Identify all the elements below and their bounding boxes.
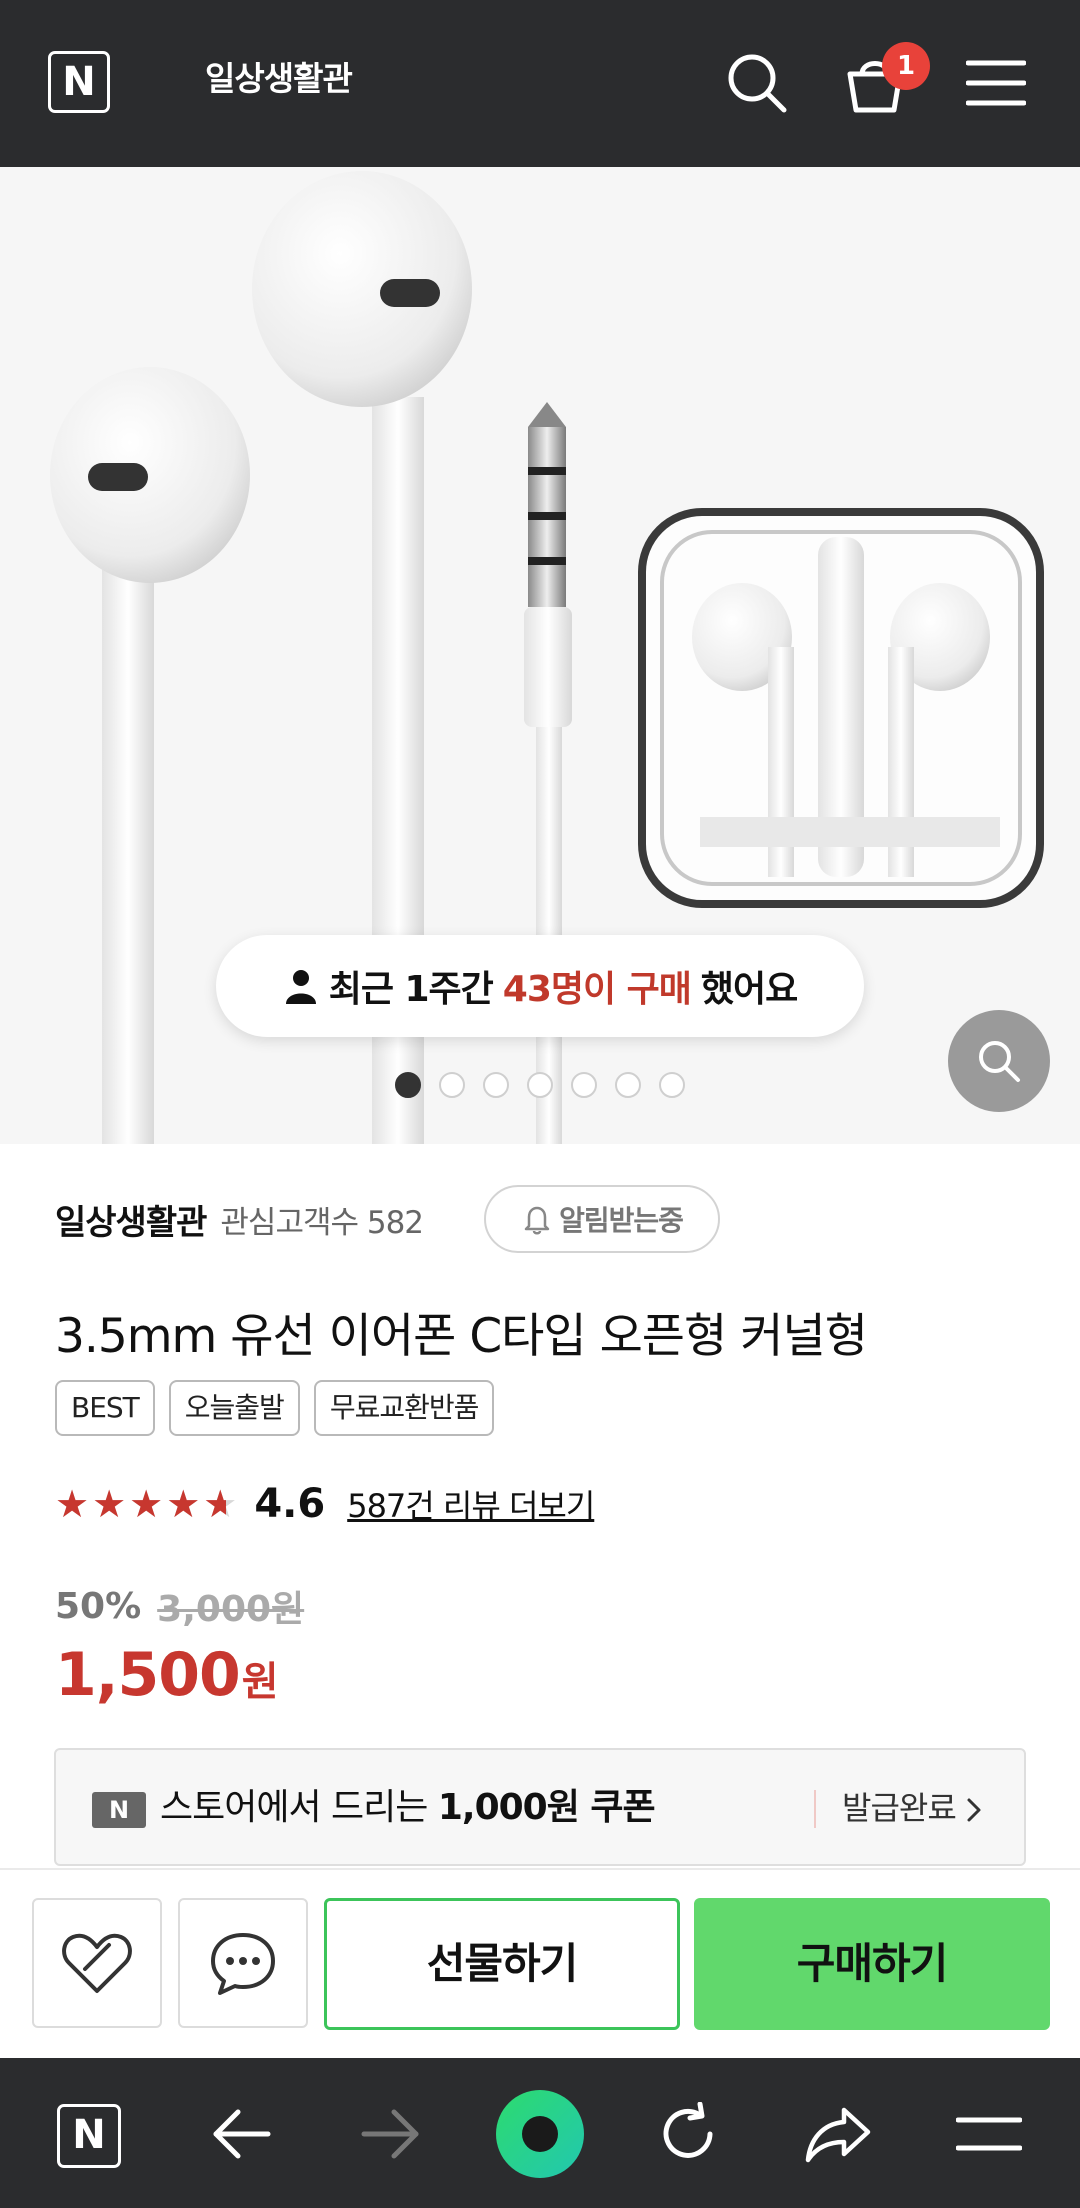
review-link[interactable]: 587건 리뷰 더보기 bbox=[347, 1481, 595, 1527]
toast-highlight: 43명이 구매 bbox=[502, 969, 692, 1010]
buy-button[interactable]: 구매하기 bbox=[694, 1898, 1050, 2030]
gift-button[interactable]: 선물하기 bbox=[324, 1898, 680, 2030]
chevron-right-icon bbox=[967, 1798, 981, 1822]
product-title: 3.5mm 유선 이어폰 C타입 오픈형 커널형 bbox=[55, 1309, 868, 1364]
zoom-icon bbox=[979, 1041, 1020, 1082]
tag-free-return: 무료교환반품 bbox=[313, 1380, 495, 1436]
carousel-dot[interactable] bbox=[571, 1072, 597, 1098]
top-app-bar: N 일상생활관 1 bbox=[0, 0, 1080, 167]
cart-count-badge: 1 bbox=[882, 42, 930, 90]
tag-best: BEST bbox=[55, 1380, 155, 1436]
seller-row: 일상생활관 관심고객수 582 bbox=[55, 1186, 424, 1252]
wishlist-button[interactable] bbox=[32, 1898, 162, 2028]
notify-label: 알림받는중 bbox=[559, 1204, 684, 1237]
coupon-text-bold: 1,000원 쿠폰 bbox=[437, 1787, 656, 1828]
price-row: 1,500 원 bbox=[55, 1640, 279, 1710]
discount-rate: 50% bbox=[55, 1585, 142, 1627]
price-unit: 원 bbox=[241, 1659, 279, 1705]
browser-menu-icon[interactable] bbox=[956, 2112, 1022, 2156]
carousel-dot[interactable] bbox=[659, 1072, 685, 1098]
menu-icon[interactable] bbox=[966, 58, 1026, 108]
product-tags: BEST 오늘출발 무료교환반품 bbox=[55, 1380, 495, 1436]
coupon-divider bbox=[814, 1790, 816, 1828]
carousel-dot[interactable] bbox=[527, 1072, 553, 1098]
sale-price: 1,500 bbox=[55, 1640, 241, 1710]
tag-today-ship: 오늘출발 bbox=[168, 1380, 300, 1436]
original-price: 3,000원 bbox=[157, 1589, 305, 1630]
green-dot-icon[interactable] bbox=[494, 2088, 586, 2180]
n-home-icon[interactable]: N bbox=[57, 2104, 121, 2168]
refresh-icon[interactable] bbox=[656, 2102, 720, 2166]
naver-logo[interactable]: N bbox=[48, 51, 110, 113]
person-icon bbox=[285, 970, 316, 1004]
discount-row: 50% 3,000원 bbox=[55, 1578, 304, 1634]
coupon-text-pre: 스토어에서 드리는 bbox=[160, 1787, 428, 1828]
coupon-n-badge: N bbox=[92, 1792, 146, 1828]
wishlist-icon bbox=[62, 1933, 132, 1993]
carousel-dot[interactable] bbox=[395, 1072, 421, 1098]
toast-prefix: 최근 1주간 bbox=[328, 969, 494, 1010]
carousel-dot[interactable] bbox=[483, 1072, 509, 1098]
share-icon[interactable] bbox=[804, 2102, 874, 2166]
purchase-action-bar: 선물하기 구매하기 bbox=[0, 1868, 1080, 2060]
store-name[interactable]: 일상생활관 bbox=[205, 54, 353, 104]
forward-icon[interactable] bbox=[360, 2106, 422, 2162]
bell-icon bbox=[524, 1206, 550, 1235]
carousel-dot[interactable] bbox=[439, 1072, 465, 1098]
notify-button[interactable]: 알림받는중 bbox=[484, 1185, 720, 1253]
coupon-status: 발급완료 bbox=[842, 1780, 983, 1836]
talk-button[interactable] bbox=[178, 1898, 308, 2028]
follower-count: 관심고객수 582 bbox=[220, 1204, 424, 1241]
coupon-banner[interactable]: N 스토어에서 드리는 1,000원 쿠폰 발급완료 bbox=[54, 1748, 1026, 1866]
recent-purchase-toast: 최근 1주간 43명이 구매 했어요 bbox=[216, 935, 864, 1037]
rating-row: ★★★★★ ★★★★★ 4.6 587건 리뷰 더보기 bbox=[55, 1474, 595, 1534]
coupon-text: 스토어에서 드리는 1,000원 쿠폰 bbox=[160, 1780, 656, 1836]
coupon-status-label: 발급완료 bbox=[842, 1789, 957, 1827]
zoom-button[interactable] bbox=[948, 1010, 1050, 1112]
talk-icon bbox=[211, 1933, 275, 1995]
back-icon[interactable] bbox=[210, 2106, 272, 2162]
carousel-dot[interactable] bbox=[615, 1072, 641, 1098]
star-rating: ★★★★★ ★★★★★ bbox=[55, 1482, 241, 1526]
carousel-indicator bbox=[0, 1072, 1080, 1104]
toast-suffix: 했어요 bbox=[700, 969, 798, 1010]
browser-bottom-nav: N bbox=[0, 2058, 1080, 2208]
rating-value: 4.6 bbox=[254, 1481, 326, 1527]
seller-name[interactable]: 일상생활관 bbox=[55, 1195, 207, 1244]
search-icon[interactable] bbox=[724, 50, 790, 116]
